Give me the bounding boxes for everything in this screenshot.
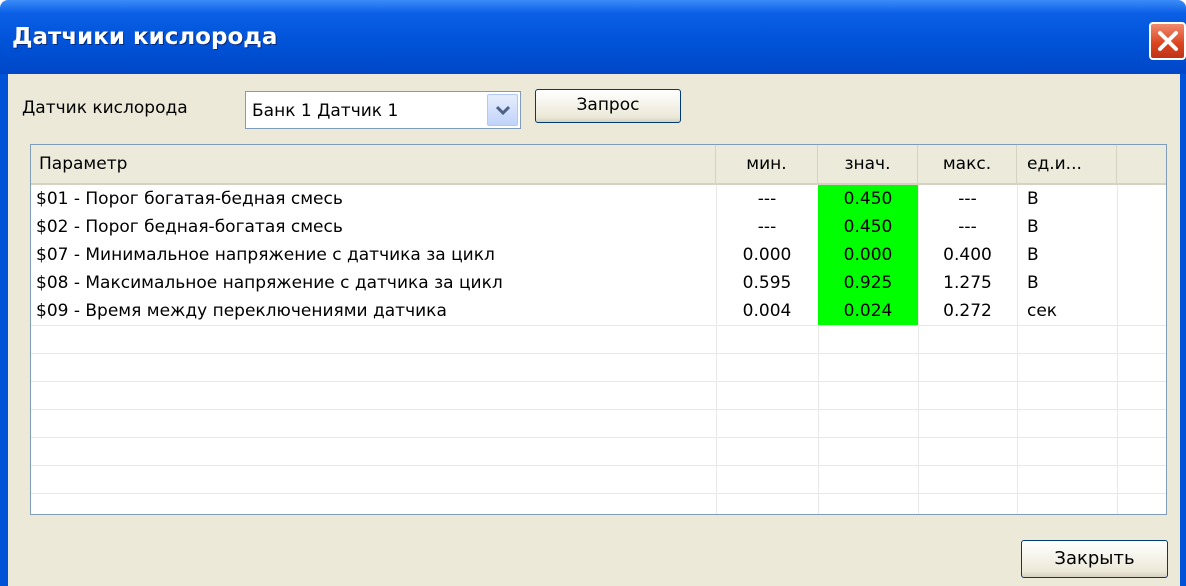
close-icon (1158, 31, 1178, 51)
sensor-label: Датчик кислорода (22, 98, 188, 118)
row-max: --- (958, 189, 977, 209)
close-button[interactable]: Закрыть (1021, 540, 1168, 578)
row-parameter: $07 - Минимальное напряжение с датчика з… (36, 245, 495, 265)
row-value: 0.925 (843, 273, 893, 293)
row-divider (31, 437, 1166, 438)
window-title: Датчики кислорода (12, 24, 278, 50)
row-max: --- (958, 217, 977, 237)
column-header-min[interactable]: мин. (716, 145, 818, 183)
parameters-table[interactable]: Параметр мин. знач. макс. ед.и... $01 - … (30, 144, 1167, 515)
row-parameter: $02 - Порог бедная-богатая смесь (36, 217, 343, 237)
row-divider (31, 465, 1166, 466)
row-unit: В (1027, 273, 1039, 293)
sensor-select[interactable]: Банк 1 Датчик 1 (245, 91, 521, 129)
row-divider (31, 493, 1166, 494)
query-button[interactable]: Запрос (535, 89, 681, 123)
row-min: 0.000 (742, 245, 792, 265)
window-frame-right (1180, 74, 1186, 586)
row-min: 0.004 (742, 301, 792, 321)
row-value: 0.024 (843, 301, 893, 321)
column-header-value[interactable]: знач. (818, 145, 918, 183)
sensor-select-dropdown-button[interactable] (487, 94, 518, 126)
table-header: Параметр мин. знач. макс. ед.и... (31, 145, 1166, 185)
window: Датчики кислорода Датчик кислорода Банк … (0, 0, 1186, 586)
row-unit: В (1027, 217, 1039, 237)
window-frame-left (0, 74, 8, 586)
title-bar: Датчики кислорода (0, 0, 1186, 74)
row-unit: сек (1027, 301, 1058, 321)
row-value: 0.450 (843, 217, 893, 237)
row-max: 1.275 (943, 273, 992, 293)
row-parameter: $01 - Порог богатая-бедная смесь (36, 189, 343, 209)
row-parameter: $09 - Время между переключениями датчика (36, 301, 447, 321)
dialog-body: Датчик кислорода Банк 1 Датчик 1 Запрос … (8, 74, 1180, 586)
close-window-button[interactable] (1149, 22, 1186, 60)
row-divider (31, 381, 1166, 382)
row-min: 0.595 (742, 273, 792, 293)
column-header-unit[interactable]: ед.и... (1017, 145, 1117, 183)
row-value: 0.450 (843, 189, 893, 209)
row-divider (31, 325, 1166, 326)
row-value: 0.000 (843, 245, 893, 265)
sensor-select-value: Банк 1 Датчик 1 (252, 101, 399, 121)
row-unit: В (1027, 245, 1039, 265)
row-divider (31, 353, 1166, 354)
column-header-parameter[interactable]: Параметр (31, 145, 716, 183)
row-min: --- (757, 217, 777, 237)
row-min: --- (757, 189, 777, 209)
row-unit: В (1027, 189, 1039, 209)
row-parameter: $08 - Максимальное напряжение с датчика … (36, 273, 503, 293)
row-max: 0.272 (943, 301, 992, 321)
row-divider (31, 409, 1166, 410)
column-header-max[interactable]: макс. (918, 145, 1017, 183)
chevron-down-icon (496, 105, 510, 115)
row-max: 0.400 (943, 245, 992, 265)
